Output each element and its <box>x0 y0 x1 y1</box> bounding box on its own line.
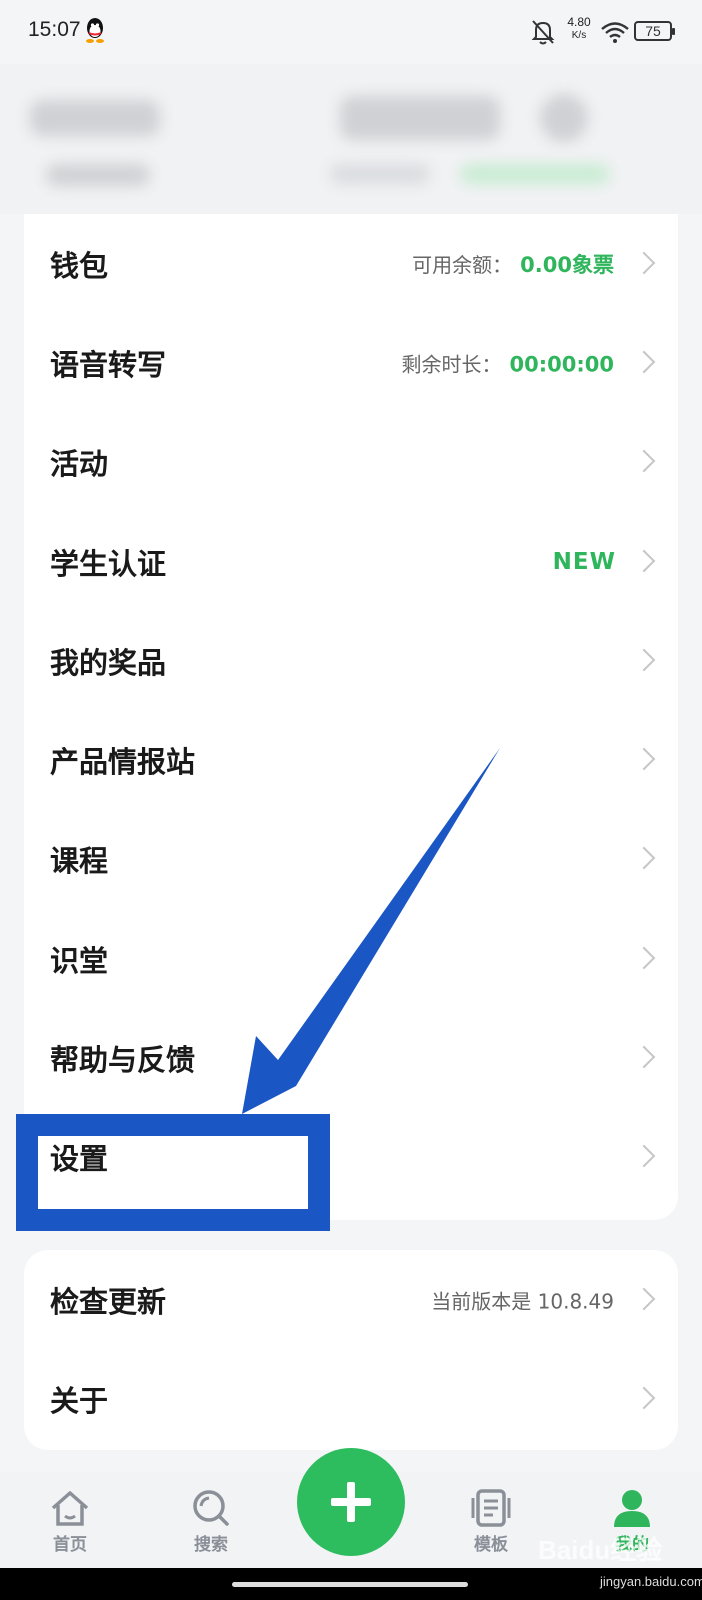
tab-search-label: 搜索 <box>194 1535 228 1555</box>
menu-item-label: 识堂 <box>50 943 109 978</box>
chevron-right-icon <box>632 847 656 870</box>
watermark-url: jingyan.baidu.com <box>600 1574 702 1589</box>
bell-off-icon <box>531 20 555 45</box>
menu-item-label: 帮助与反馈 <box>50 1043 196 1078</box>
profile-progress-blurred <box>460 164 610 184</box>
menu-item-label: 语音转写 <box>50 347 167 382</box>
chevron-right-icon <box>632 1045 656 1069</box>
home-icon <box>51 1491 89 1526</box>
menu-item-product-news[interactable]: 产品情报站 <box>24 710 678 809</box>
menu-item-label: 关于 <box>50 1383 109 1418</box>
status-bar: 15:07 4.80 K/s 75 <box>0 0 702 64</box>
chevron-right-icon <box>632 946 656 970</box>
profile-stat-blurred <box>330 164 430 184</box>
chevron-right-icon <box>632 747 656 771</box>
status-time: 15:07 <box>28 18 81 41</box>
menu-item-transcription[interactable]: 语音转写 剩余时长： 00:00:00 <box>24 313 678 412</box>
chevron-right-icon <box>632 549 656 572</box>
menu-item-help-feedback[interactable]: 帮助与反馈 <box>24 1008 678 1107</box>
wallet-balance: 可用余额： 0.00象票 <box>412 252 614 277</box>
menu-item-label: 产品情报站 <box>50 745 196 780</box>
tab-search[interactable]: 搜索 <box>166 1472 256 1568</box>
search-icon <box>193 1490 229 1526</box>
menu-item-check-update[interactable]: 检查更新 当前版本是 10.8.49 <box>24 1250 678 1349</box>
tab-templates[interactable]: 模板 <box>446 1472 536 1568</box>
wifi-icon <box>601 22 629 43</box>
menu-item-wallet[interactable]: 钱包 可用余额： 0.00象票 <box>24 214 678 313</box>
profile-name-blurred <box>30 100 160 136</box>
add-button[interactable] <box>297 1448 405 1556</box>
network-speed: 4.80 K/s <box>567 15 591 42</box>
qq-icon <box>86 18 104 43</box>
chevron-right-icon <box>632 251 656 274</box>
chevron-right-icon <box>632 1287 656 1310</box>
system-nav-bar <box>0 1568 702 1600</box>
menu-item-shitang[interactable]: 识堂 <box>24 909 678 1008</box>
menu-item-student-verification[interactable]: 学生认证 NEW <box>24 512 678 611</box>
new-badge: NEW <box>552 548 616 575</box>
menu-item-label: 我的奖品 <box>50 645 167 680</box>
menu-item-courses[interactable]: 课程 <box>24 810 678 909</box>
menu-item-label: 检查更新 <box>50 1284 167 1319</box>
user-icon <box>614 1490 650 1527</box>
menu-item-activities[interactable]: 活动 <box>24 413 678 512</box>
menu-card: 钱包 可用余额： 0.00象票 语音转写 剩余时长： 00:00:00 活动 学生认… <box>24 214 678 1220</box>
menu-item-label: 课程 <box>50 844 109 879</box>
chevron-right-icon <box>632 449 656 473</box>
menu-item-about[interactable]: 关于 <box>24 1349 678 1448</box>
menu-item-prizes[interactable]: 我的奖品 <box>24 611 678 710</box>
tab-home[interactable]: 首页 <box>25 1472 115 1568</box>
menu-item-label: 学生认证 <box>50 546 167 581</box>
annotation-highlight-box <box>16 1114 330 1231</box>
watermark-logo: Baidu经验 <box>538 1535 663 1565</box>
current-version: 当前版本是 10.8.49 <box>431 1289 614 1314</box>
chevron-right-icon <box>632 1386 656 1410</box>
battery-indicator: 75 <box>634 21 675 41</box>
tab-templates-label: 模板 <box>474 1535 508 1555</box>
chevron-right-icon <box>632 648 656 672</box>
profile-header[interactable] <box>0 64 702 214</box>
menu-item-label: 钱包 <box>50 248 109 283</box>
tab-home-label: 首页 <box>53 1535 87 1555</box>
remaining-time: 剩余时长： 00:00:00 <box>401 352 614 377</box>
template-icon <box>471 1489 511 1527</box>
menu-item-label: 活动 <box>50 447 109 482</box>
home-indicator[interactable] <box>232 1582 468 1587</box>
about-card: 检查更新 当前版本是 10.8.49 关于 <box>24 1250 678 1450</box>
profile-sub-blurred <box>46 164 150 186</box>
profile-avatar-blurred <box>540 94 588 142</box>
profile-badge-blurred <box>340 96 500 140</box>
chevron-right-icon <box>632 1144 656 1168</box>
chevron-right-icon <box>632 350 656 374</box>
